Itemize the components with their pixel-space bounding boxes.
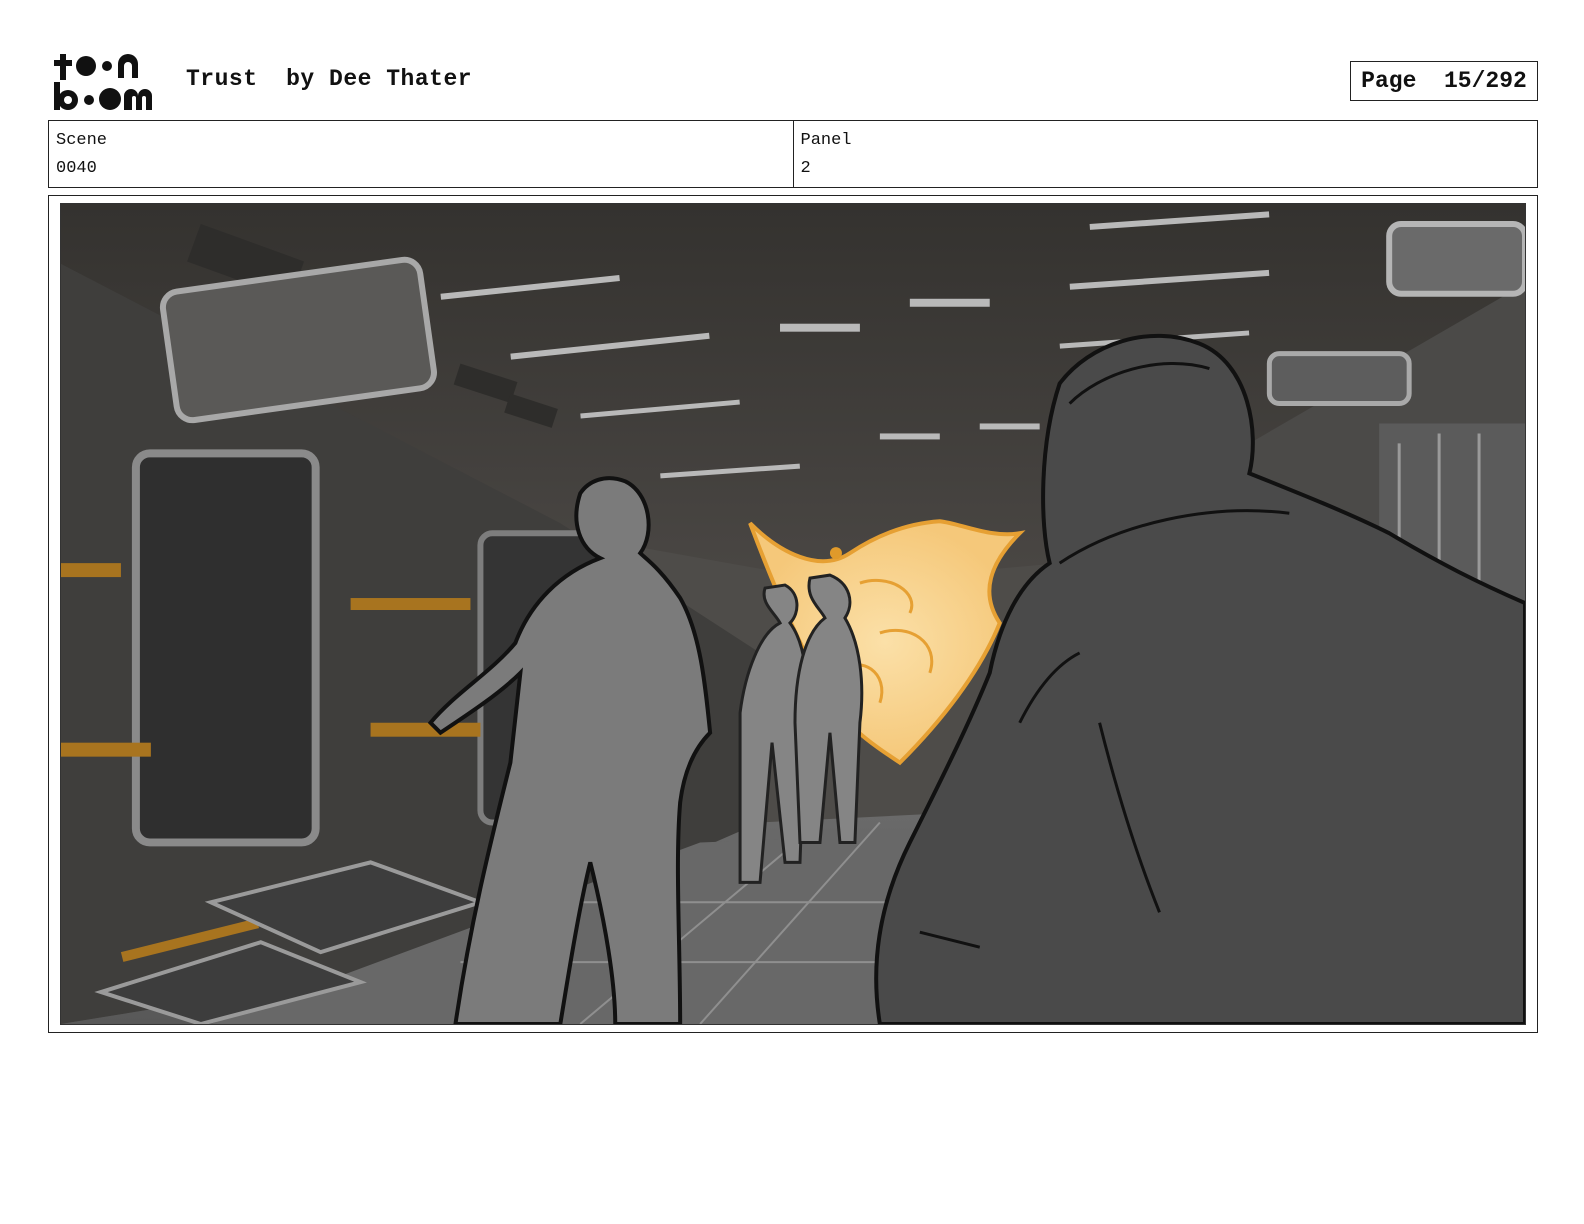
toon-boom-logo: [54, 54, 152, 110]
document-title: Trust by Dee Thater: [186, 66, 473, 92]
page-indicator: Page 15/292: [1350, 61, 1538, 101]
storyboard-artwork: [60, 203, 1526, 1025]
panel-value: 2: [800, 159, 811, 178]
scene-label: Scene: [56, 131, 108, 150]
page-number: 15/292: [1444, 68, 1527, 94]
panel-cell: Panel 2: [792, 121, 1538, 187]
scene-panel-info: Scene 0040 Panel 2: [48, 120, 1538, 188]
panel-label: Panel: [800, 131, 852, 150]
scene-cell: Scene 0040: [49, 121, 793, 187]
storyboard-panel-frame: [48, 195, 1538, 1033]
scene-value: 0040: [56, 159, 97, 178]
page-label: Page: [1361, 68, 1417, 94]
